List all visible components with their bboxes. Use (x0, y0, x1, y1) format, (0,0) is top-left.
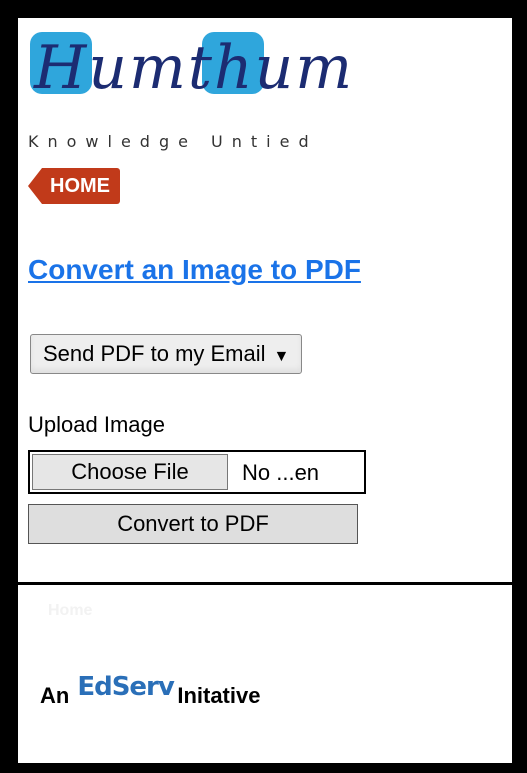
logo-tagline: Knowledge Untied (28, 132, 318, 151)
initiative-line: An EdServ Initative (40, 668, 260, 724)
page-frame: Humthum Knowledge Untied HOME Convert an… (18, 18, 512, 763)
edserv-logo[interactable]: EdServ (77, 668, 175, 724)
convert-to-pdf-button[interactable]: Convert to PDF (28, 504, 358, 544)
logo-wordmark: Humthum (34, 33, 355, 103)
file-input[interactable]: Choose File No ...en (28, 450, 366, 494)
delivery-select-value: Send PDF to my Email (43, 341, 266, 366)
home-button[interactable]: HOME (28, 168, 120, 204)
page-title-link[interactable]: Convert an Image to PDF (28, 254, 361, 286)
delivery-select[interactable]: Send PDF to my Email ▼ (30, 334, 303, 374)
file-name-text: No ...en (242, 460, 320, 485)
choose-file-button[interactable]: Choose File (32, 454, 228, 490)
dropdown-arrow-icon: ▼ (273, 348, 290, 365)
upload-label: Upload Image (28, 412, 165, 437)
initiative-prefix: An (40, 683, 70, 708)
footer-faint-text: Home (48, 602, 93, 619)
initiative-suffix: Initative (177, 683, 261, 708)
edserv-logo-text: EdServ (77, 672, 175, 702)
humthum-logo[interactable]: Humthum Knowledge Untied (28, 28, 388, 151)
footer-divider (18, 582, 512, 585)
